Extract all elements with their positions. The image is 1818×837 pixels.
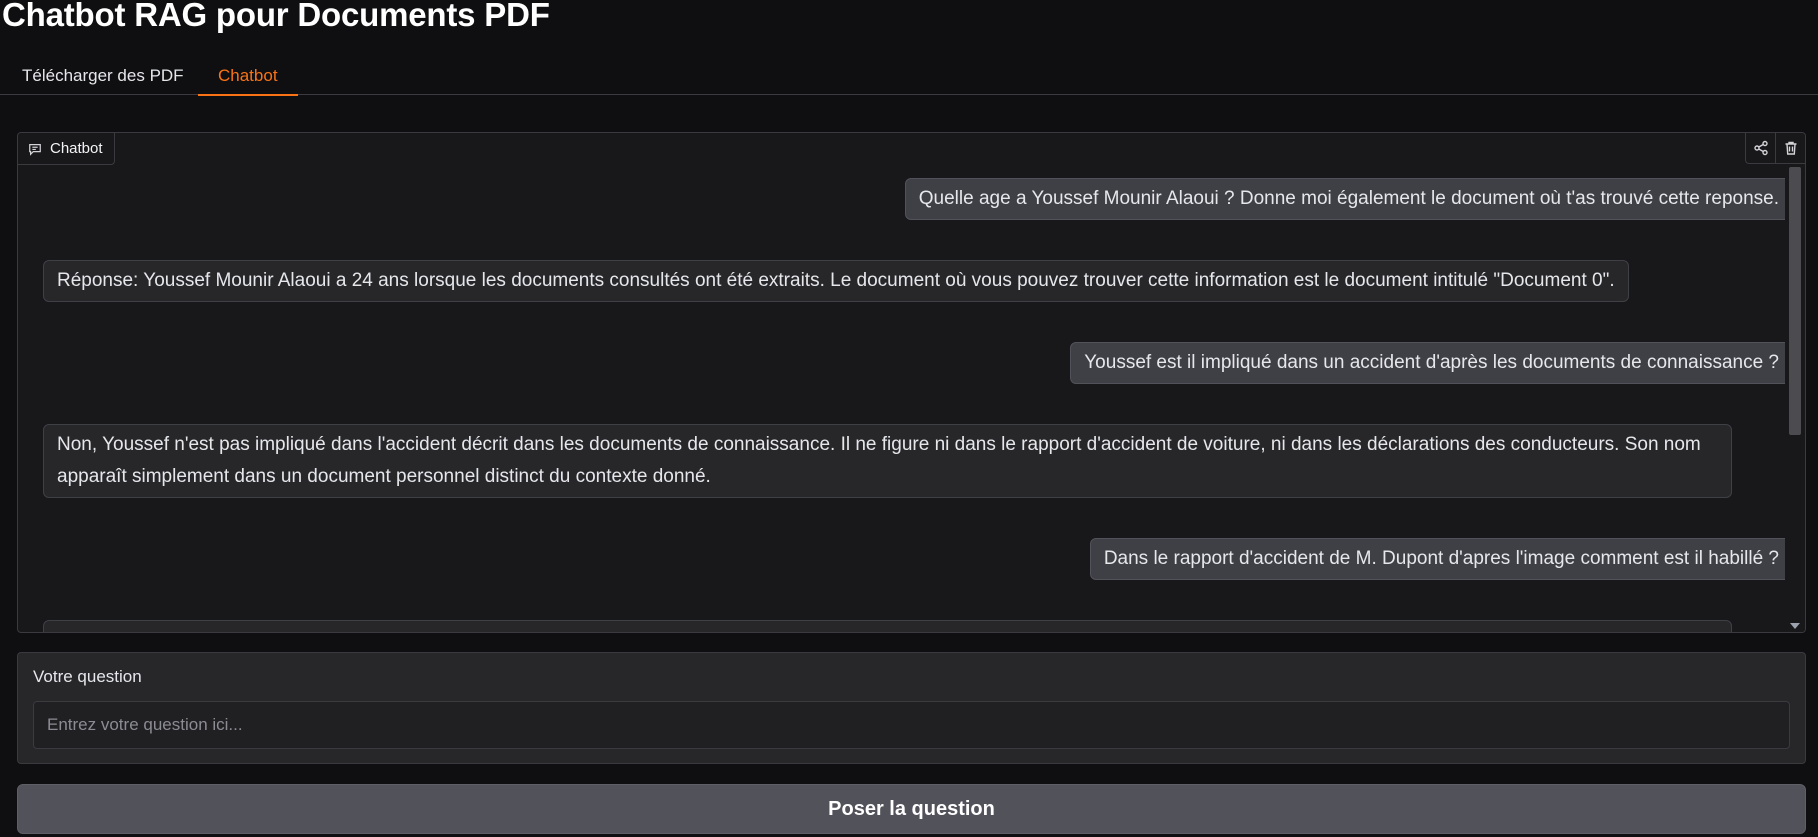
trash-icon: [1785, 141, 1796, 155]
user-message: Quelle age a Youssef Mounir Alaoui ? Don…: [904, 178, 1793, 220]
user-message: Dans le rapport d'accident de M. Dupont …: [1089, 538, 1793, 580]
message-list: Quelle age a Youssef Mounir Alaoui ? Don…: [18, 133, 1793, 632]
chatbot-actions: [1745, 133, 1805, 164]
tab-bar: Télécharger des PDF Chatbot: [0, 58, 1818, 96]
question-input[interactable]: [33, 701, 1790, 749]
scroll-down-arrow-icon[interactable]: [1790, 623, 1800, 629]
bot-message: [43, 620, 1732, 632]
chat-bubble-icon: [29, 143, 41, 156]
ask-question-button[interactable]: Poser la question: [17, 784, 1806, 834]
question-panel: Votre question: [17, 652, 1806, 764]
question-label: Votre question: [33, 667, 142, 686]
share-button[interactable]: [1746, 133, 1775, 163]
share-icon: [1753, 140, 1768, 156]
bot-message: Non, Youssef n'est pas impliqué dans l'a…: [43, 424, 1732, 498]
page-title: Chatbot RAG pour Documents PDF: [2, 0, 550, 33]
chatbot-panel: Chatbot Quelle age a Youssef Mounir Alao…: [17, 132, 1806, 633]
chat-scrollbar[interactable]: [1785, 163, 1805, 632]
chatbot-label-text: Chatbot: [50, 140, 103, 157]
chatbot-label: Chatbot: [18, 133, 115, 165]
scroll-thumb[interactable]: [1789, 167, 1801, 435]
user-message: Youssef est il impliqué dans un accident…: [1070, 342, 1793, 384]
tab-upload-pdf[interactable]: Télécharger des PDF: [2, 64, 204, 94]
bot-message: Réponse: Youssef Mounir Alaoui a 24 ans …: [43, 260, 1629, 302]
tab-chatbot[interactable]: Chatbot: [198, 64, 298, 96]
clear-chat-button[interactable]: [1775, 133, 1805, 163]
